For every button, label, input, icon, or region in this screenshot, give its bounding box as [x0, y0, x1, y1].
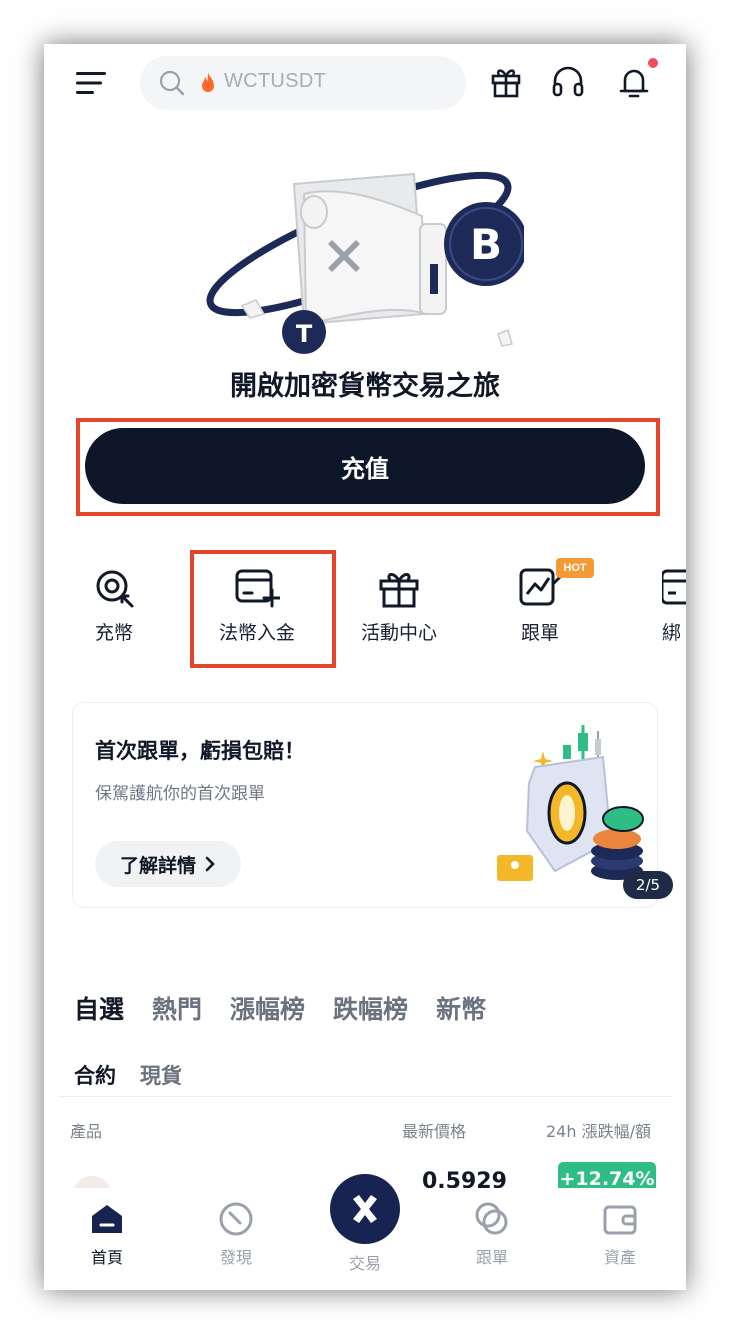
tab-new-coins[interactable]: 新幣 — [436, 990, 486, 1026]
carousel-pager: 2/5 — [623, 871, 673, 899]
nav-label: 跟單 — [475, 1248, 508, 1267]
promo-title: 首次跟單，虧損包賠！ — [95, 739, 305, 763]
coin-deposit-icon — [96, 570, 134, 608]
nav-home[interactable]: 首頁 — [62, 1200, 152, 1268]
copy-circles-icon — [475, 1202, 508, 1235]
app-screen: WCTUSDT B T 開啟加密貨幣交易之旅 充值 充幣 法幣入金 活動中心 跟… — [44, 44, 686, 1290]
quick-action-label: 活動中心 — [360, 622, 437, 644]
quick-action-label: 綁 — [662, 622, 682, 644]
column-price[interactable]: 最新價格 — [402, 1118, 466, 1142]
learn-more-button[interactable]: 了解詳情 — [95, 841, 241, 887]
quick-action-coin-deposit[interactable]: 充幣 — [54, 566, 174, 666]
row-change-badge: +12.74% — [558, 1162, 656, 1188]
promo-subtitle: 保駕護航你的首次跟單 — [95, 784, 265, 804]
notification-dot — [648, 58, 658, 68]
bottom-nav: 首頁 發現 交易 跟單 資產 — [44, 1174, 686, 1290]
fire-icon — [202, 72, 214, 92]
gift-icon — [379, 573, 419, 608]
search-icon — [159, 70, 185, 96]
hero-title: 開啟加密貨幣交易之旅 — [230, 371, 500, 402]
trade-logo-icon — [353, 1195, 377, 1223]
tab-hot[interactable]: 熱門 — [152, 990, 202, 1026]
nav-assets[interactable]: 資產 — [575, 1200, 665, 1268]
top-bar: WCTUSDT — [44, 44, 686, 124]
shield-coins-illustration — [497, 725, 644, 881]
learn-more-label: 了解詳情 — [119, 854, 196, 877]
chevron-right-icon — [205, 856, 215, 872]
fiat-highlight-box — [190, 550, 336, 668]
menu-icon[interactable] — [74, 68, 108, 98]
svg-text:T: T — [296, 320, 313, 348]
row-price: 0.5929 — [422, 1169, 507, 1188]
subtab-spot[interactable]: 現貨 — [140, 1060, 182, 1090]
quick-action-bind[interactable]: 綁 — [622, 566, 686, 666]
quick-action-events[interactable]: 活動中心 — [339, 566, 459, 666]
nav-label-trade: 交易 — [348, 1254, 381, 1273]
card-icon — [662, 569, 686, 605]
tab-favorites[interactable]: 自選 — [74, 990, 124, 1026]
nav-label: 發現 — [219, 1248, 252, 1267]
search-bar[interactable]: WCTUSDT — [140, 56, 466, 110]
svg-text:B: B — [470, 220, 502, 269]
trade-button[interactable] — [330, 1174, 400, 1244]
wallet-illustration: B T — [206, 171, 524, 354]
nav-discover[interactable]: 發現 — [191, 1200, 281, 1268]
compass-icon — [219, 1202, 253, 1236]
column-product: 產品 — [70, 1122, 103, 1141]
deposit-button[interactable]: 充值 — [85, 428, 645, 504]
search-placeholder: WCTUSDT — [224, 70, 327, 92]
tab-gainers[interactable]: 漲幅榜 — [230, 990, 305, 1026]
hot-badge: HOT — [556, 558, 594, 578]
tab-losers[interactable]: 跌幅榜 — [333, 990, 408, 1026]
bell-icon[interactable] — [616, 64, 652, 100]
column-change[interactable]: 24h 漲跌幅/額 — [546, 1118, 651, 1142]
quick-action-label: 充幣 — [94, 622, 133, 644]
subtab-contracts[interactable]: 合約 — [74, 1060, 116, 1090]
divider — [58, 1096, 672, 1097]
quick-action-label: 跟單 — [520, 622, 559, 644]
nav-label: 首頁 — [90, 1248, 123, 1267]
nav-label: 資產 — [603, 1248, 636, 1267]
nav-copy-trade[interactable]: 跟單 — [447, 1200, 537, 1268]
promo-card[interactable]: 首次跟單，虧損包賠！ 保駕護航你的首次跟單 了解詳情 2/5 — [72, 702, 673, 908]
wallet-icon — [603, 1205, 637, 1235]
market-subtabs: 合約 現貨 — [74, 1060, 182, 1090]
headset-icon[interactable] — [550, 64, 586, 100]
gift-icon[interactable] — [488, 64, 524, 100]
home-icon — [92, 1205, 122, 1233]
quick-action-copy-trade[interactable]: 跟單 — [480, 566, 600, 666]
market-tabs: 自選 熱門 漲幅榜 跌幅榜 新幣 — [74, 990, 486, 1026]
